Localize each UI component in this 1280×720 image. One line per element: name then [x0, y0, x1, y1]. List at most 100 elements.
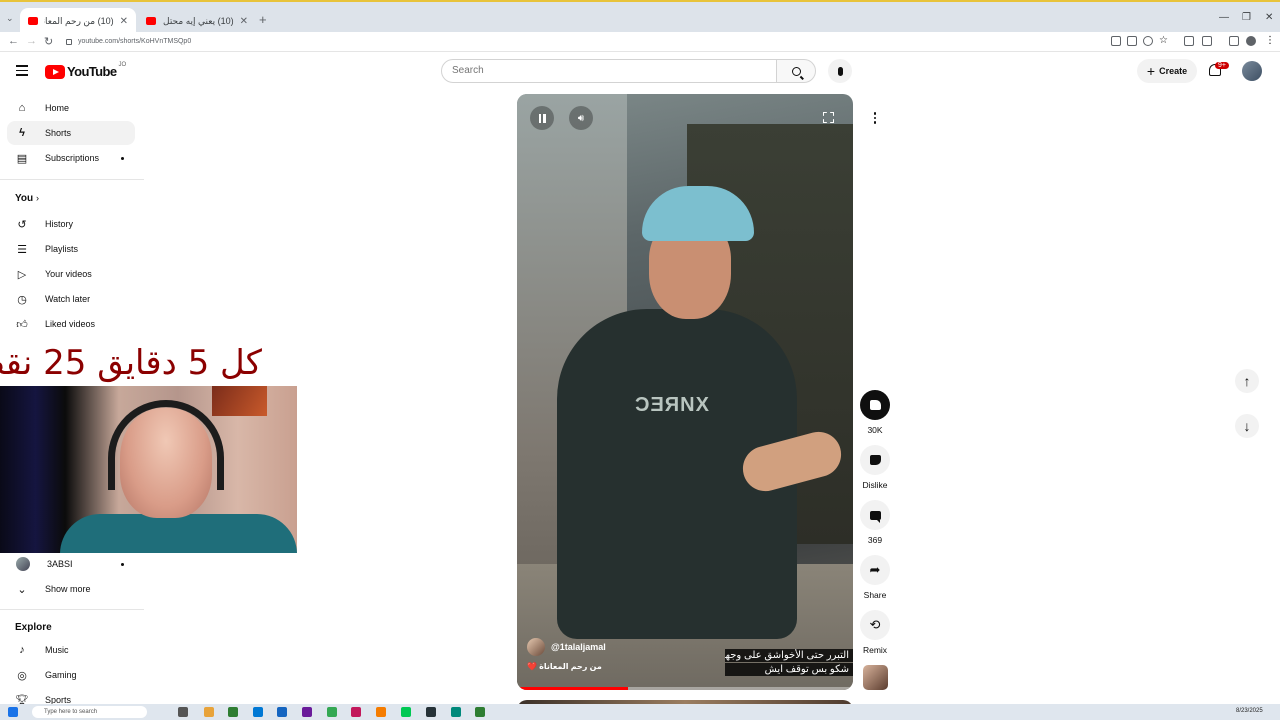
notification-badge: 9+ — [1215, 62, 1229, 69]
reload-icon[interactable]: ↻ — [44, 35, 53, 48]
address-bar-row: ← → ↻ youtube.com/shorts/KoHVnTMSQp0 ☆ ⋮ — [0, 32, 1280, 52]
chrome-taskbar-icon[interactable] — [327, 707, 337, 717]
taskbar-app-icon[interactable] — [204, 707, 214, 717]
channel-handle[interactable]: @1talaljamal — [551, 642, 606, 652]
extensions-puzzle-icon[interactable] — [1202, 36, 1212, 46]
sidebar-show-more[interactable]: ⌄ Show more — [7, 577, 135, 601]
video-progress-bar[interactable] — [517, 687, 853, 690]
remix-circle[interactable]: ⟲ — [860, 610, 890, 640]
pause-button[interactable] — [530, 106, 554, 130]
back-arrow-icon[interactable]: ← — [8, 35, 19, 47]
url-field[interactable]: youtube.com/shorts/KoHVnTMSQp0 — [62, 34, 1102, 50]
channel-avatar[interactable] — [527, 638, 545, 656]
browser-tab[interactable]: (10) يعني إيه محتل ك: لما تكون... ✕ — [138, 8, 256, 34]
comments-button[interactable]: 369 — [858, 500, 892, 545]
voice-search-button[interactable] — [828, 59, 852, 83]
site-info-icon[interactable] — [66, 39, 72, 45]
taskbar-app-icon[interactable] — [376, 707, 386, 717]
sidebar-toggle-icon[interactable] — [1229, 36, 1239, 46]
extension-icon[interactable] — [1184, 36, 1194, 46]
youtube-play-logo-icon — [45, 64, 65, 79]
bookmark-star-icon[interactable]: ☆ — [1159, 36, 1169, 46]
forward-arrow-icon[interactable]: → — [26, 35, 37, 47]
youtube-logo[interactable]: YouTube JO — [45, 61, 127, 79]
sidebar-item-music[interactable]: ♪ Music — [7, 638, 135, 662]
microphone-icon — [837, 66, 843, 76]
profile-icon[interactable] — [1246, 36, 1256, 46]
taskbar-app-icon[interactable] — [277, 707, 287, 717]
translate-icon[interactable] — [1127, 36, 1137, 46]
more-options-icon[interactable] — [864, 107, 886, 129]
url-text: youtube.com/shorts/KoHVnTMSQp0 — [78, 38, 192, 45]
hamburger-menu-icon[interactable] — [16, 65, 28, 79]
task-view-icon[interactable] — [178, 707, 188, 717]
sidebar-section-you[interactable]: You › — [15, 193, 39, 204]
zoom-icon[interactable] — [1143, 36, 1153, 46]
comment-count: 369 — [867, 535, 883, 545]
close-window-button[interactable]: ✕ — [1265, 12, 1273, 23]
new-tab-button[interactable]: + — [259, 12, 267, 27]
taskbar-app-icon[interactable] — [451, 707, 461, 717]
share-label: Share — [863, 590, 887, 600]
like-circle[interactable] — [860, 390, 890, 420]
previous-short-arrow-icon[interactable]: ↑ — [1235, 369, 1259, 393]
sidebar-item-your-videos[interactable]: ▷ Your videos — [7, 262, 135, 286]
taskbar-app-icon[interactable] — [475, 707, 485, 717]
sidebar-item-playlists[interactable]: ☰ Playlists — [7, 237, 135, 261]
sidebar-item-subscriptions[interactable]: ▤ Subscriptions — [7, 146, 135, 170]
sidebar-item-label: Liked videos — [45, 319, 96, 329]
account-avatar[interactable] — [1242, 61, 1262, 81]
volume-button[interactable]: 🔊︎ — [569, 106, 593, 130]
share-circle[interactable]: ➦ — [860, 555, 890, 585]
close-tab-icon[interactable]: ✕ — [120, 16, 128, 27]
browser-tab-strip: ⌄ (10) من رحم المعاناة 🎵 ✕ (10) يعني إيه… — [0, 0, 1280, 34]
comments-circle[interactable] — [860, 500, 890, 530]
dislike-button[interactable]: Dislike — [858, 445, 892, 490]
share-arrow-icon: ➦ — [869, 562, 881, 577]
browser-tab-active[interactable]: (10) من رحم المعاناة 🎵 ✕ — [20, 8, 136, 34]
cast-icon[interactable] — [1111, 36, 1121, 46]
taskbar-app-icon[interactable] — [302, 707, 312, 717]
sidebar-item-gaming[interactable]: ◎ Gaming — [7, 663, 135, 687]
sidebar-item-home[interactable]: ⌂ Home — [7, 96, 135, 120]
create-button[interactable]: + Create — [1137, 59, 1197, 83]
fullscreen-icon[interactable] — [823, 112, 834, 123]
logo-country-code: JO — [118, 61, 127, 68]
plus-icon: + — [1146, 63, 1156, 79]
taskbar-search-input[interactable]: Type here to search — [32, 706, 147, 718]
short-channel-info[interactable]: @1talaljamal — [527, 638, 606, 656]
search-input[interactable]: Search — [441, 59, 777, 83]
tab-title: (10) من رحم المعاناة 🎵 — [44, 15, 114, 26]
subscriptions-icon: ▤ — [16, 152, 28, 165]
sidebar-item-liked-videos[interactable]: 👍︎ Liked videos — [7, 312, 135, 336]
remix-button[interactable]: ⟲ Remix — [858, 610, 892, 655]
browser-menu-icon[interactable]: ⋮ — [1265, 36, 1275, 46]
taskbar-date: 8/23/2025 — [1236, 708, 1263, 714]
taskbar-app-icon[interactable] — [351, 707, 361, 717]
share-button[interactable]: ➦ Share — [858, 555, 892, 600]
next-short-arrow-icon[interactable]: ↓ — [1235, 414, 1259, 438]
sidebar-item-history[interactable]: ↺ History — [7, 212, 135, 236]
shorts-video-player[interactable]: ƆƎЯNX 🔊︎ @1talaljamal من رحم المعاناة ❤️… — [517, 94, 853, 690]
short-description[interactable]: من رحم المعاناة ❤️ — [527, 662, 602, 671]
thumbs-up-icon — [869, 400, 881, 410]
search-button[interactable] — [776, 59, 816, 83]
tab-list-icon[interactable]: ⌄ — [6, 13, 14, 24]
like-button[interactable]: 30K — [858, 390, 892, 435]
sidebar-item-watch-later[interactable]: ◷ Watch later — [7, 287, 135, 311]
taskbar-app-icon[interactable] — [426, 707, 436, 717]
dislike-circle[interactable] — [860, 445, 890, 475]
taskbar-app-icon[interactable] — [228, 707, 238, 717]
burned-in-subtitles: التبرر حتى الأخواشق على وجهن شكو بس توقف… — [725, 649, 853, 677]
start-button-icon[interactable] — [8, 707, 18, 717]
taskbar-app-icon[interactable] — [253, 707, 263, 717]
close-tab-icon[interactable]: ✕ — [240, 16, 248, 27]
minimize-window-button[interactable]: — — [1219, 12, 1229, 23]
restore-window-button[interactable]: ❐ — [1242, 12, 1251, 23]
sidebar-item-shorts[interactable]: ϟ Shorts — [7, 121, 135, 145]
taskbar-app-icon[interactable] — [401, 707, 411, 717]
wall-poster — [212, 386, 267, 416]
sidebar-item-channel-3absi[interactable]: 3ABSI — [7, 552, 135, 576]
sound-source-thumbnail[interactable] — [863, 665, 888, 690]
watch-later-icon: ◷ — [17, 293, 27, 306]
